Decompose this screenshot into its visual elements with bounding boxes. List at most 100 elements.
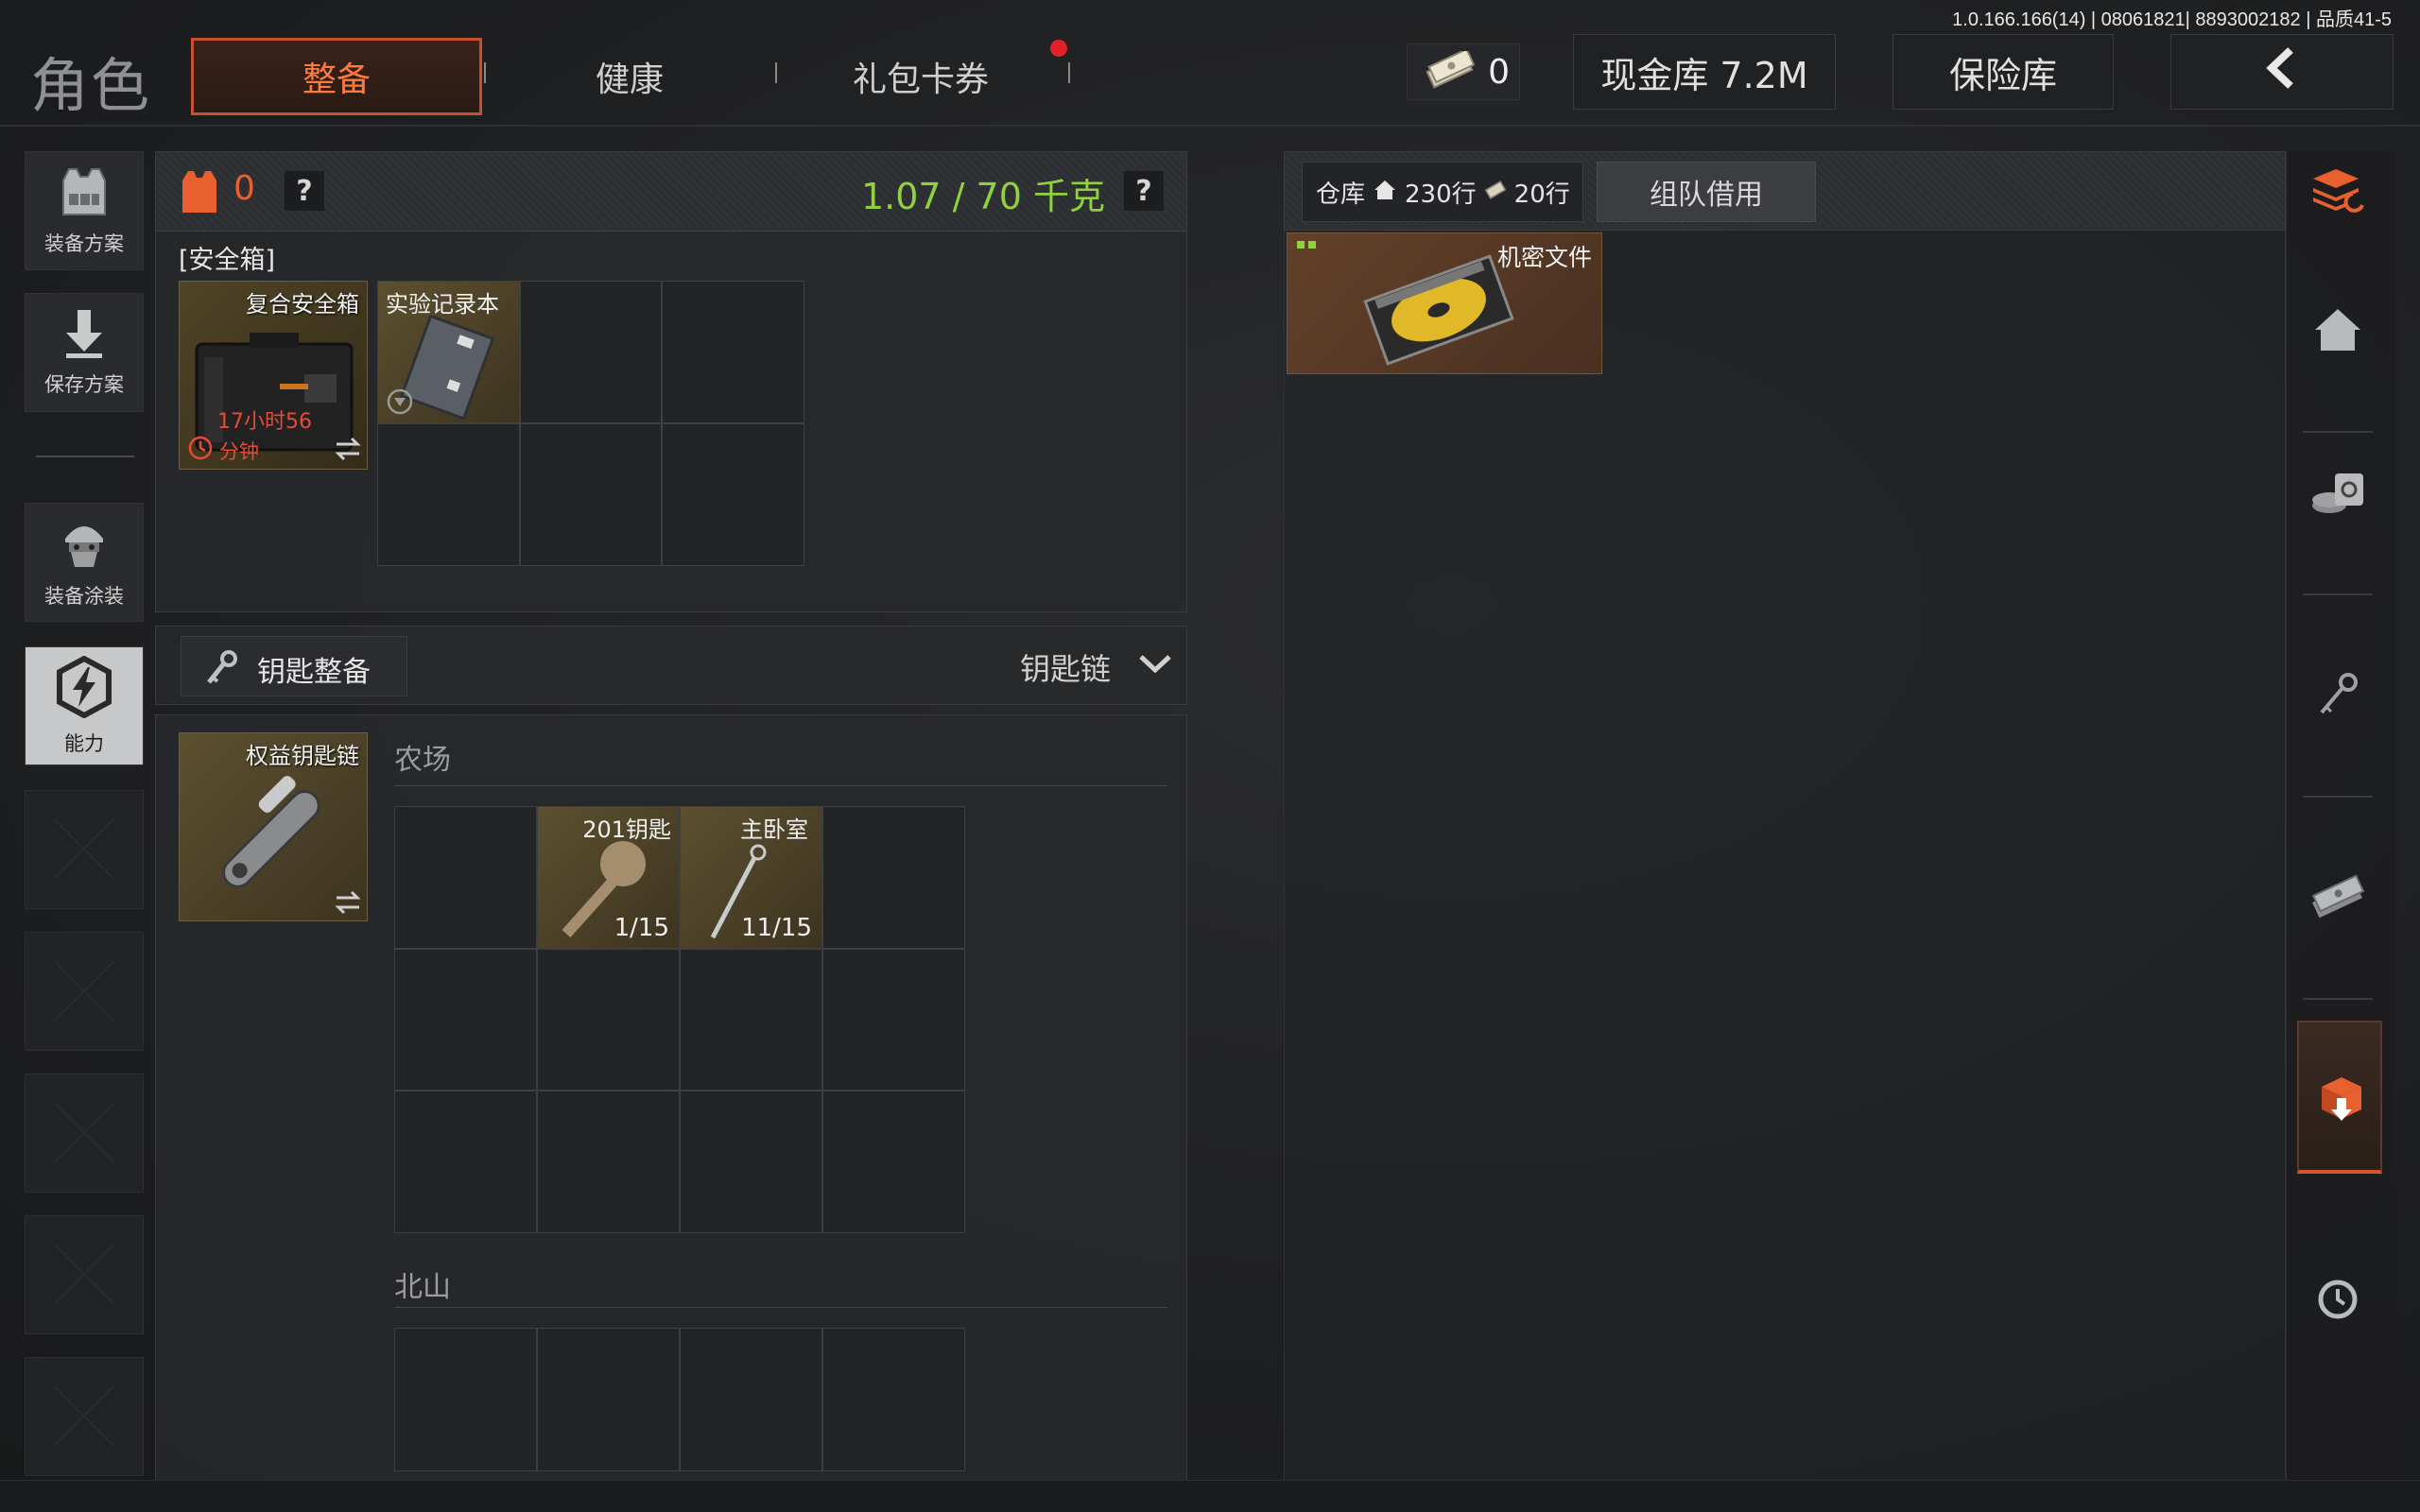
key-icon[interactable]: [2303, 660, 2373, 730]
cash-vault-button[interactable]: 现金库 7.2M: [1573, 34, 1836, 110]
bottom-bar: [0, 1480, 2420, 1512]
grid-cell[interactable]: [519, 281, 663, 423]
farm-key-grid: 201钥匙 1/15 主卧室 11/15: [394, 806, 965, 1233]
cash-icon[interactable]: [2303, 862, 2373, 932]
clock-icon[interactable]: [2303, 1264, 2373, 1334]
key-item-master-bedroom[interactable]: 主卧室 11/15: [680, 806, 822, 949]
chevron-down-icon[interactable]: [1137, 651, 1173, 679]
safe-box-grid: 实验记录本: [377, 281, 804, 566]
sidebar-divider: [2303, 593, 2373, 595]
grid-cell[interactable]: [394, 806, 537, 949]
lightning-shield-icon: [54, 655, 114, 723]
grid-cell[interactable]: [822, 1091, 965, 1233]
grid-cell[interactable]: [537, 1091, 680, 1233]
swap-icon[interactable]: [335, 437, 361, 465]
sidebar-item-label: 能力: [64, 731, 104, 755]
sidebar-item-label: 保存方案: [44, 372, 124, 396]
grid-cell[interactable]: [822, 806, 965, 949]
tab-outfit[interactable]: 整备: [191, 38, 482, 115]
safe-box-item[interactable]: 复合安全箱 17小时56 分钟: [179, 281, 368, 470]
warehouse-header: 仓库 230行 20行 组队借用: [1284, 151, 2286, 231]
box-download-icon: [2312, 1070, 2371, 1130]
armor-count: 0: [233, 169, 255, 208]
swap-icon[interactable]: [335, 890, 361, 919]
back-button[interactable]: [2170, 34, 2394, 110]
safe-case-icon: [191, 318, 357, 463]
empty-slot: [25, 1357, 144, 1476]
key-loadout-label: 钥匙整备: [257, 656, 371, 689]
keychain-dropdown[interactable]: 钥匙链: [1020, 645, 1111, 689]
grid-cell[interactable]: [680, 948, 822, 1091]
sidebar-divider: [2303, 431, 2373, 433]
grid-cell[interactable]: [822, 948, 965, 1091]
save-plan-button[interactable]: 保存方案: [25, 293, 144, 412]
grid-cell[interactable]: [822, 1328, 965, 1471]
keychain-panel: 权益钥匙链 农场 201钥匙 1/15 主卧室 11/15 北山: [155, 714, 1187, 1480]
safe-icon[interactable]: [2303, 459, 2373, 529]
section-divider: [394, 785, 1167, 786]
key-icon: [204, 650, 238, 690]
loadout-plan-button[interactable]: 装备方案: [25, 151, 144, 270]
grid-cell[interactable]: [377, 423, 520, 566]
gear-skin-button[interactable]: 装备涂装: [25, 503, 144, 622]
north-key-grid: [394, 1328, 965, 1481]
sidebar-item-label: 装备涂装: [44, 584, 124, 608]
key-uses: 11/15: [741, 913, 812, 942]
grid-cell[interactable]: [537, 1328, 680, 1471]
team-borrow-button[interactable]: 组队借用: [1597, 162, 1816, 222]
page-title: 角色: [30, 51, 152, 120]
armor-icon: [179, 169, 220, 218]
ability-button[interactable]: 能力: [25, 646, 144, 765]
lock-badge-icon: [386, 387, 414, 420]
disc-icon: [1344, 249, 1533, 375]
classified-file-item[interactable]: 机密文件: [1287, 232, 1602, 374]
home-icon[interactable]: [2303, 295, 2373, 365]
warehouse-grid-area: 机密文件: [1284, 231, 2286, 1480]
grid-cell[interactable]: [394, 1328, 537, 1471]
weight-help-button[interactable]: ?: [1124, 171, 1164, 211]
grid-cell[interactable]: [537, 948, 680, 1091]
empty-slot: [25, 790, 144, 909]
stack-refresh-icon[interactable]: [2303, 157, 2373, 227]
sidebar-divider: [36, 455, 134, 457]
tab-health[interactable]: 健康: [484, 38, 775, 115]
safe-box-label: [安全箱]: [179, 246, 276, 275]
safe-vault-button[interactable]: 保险库: [1893, 34, 2114, 110]
cash-counter[interactable]: 0: [1407, 43, 1520, 100]
loadout-header: 0 ? 1.07 / 70 千克 ?: [156, 152, 1186, 232]
warehouse-tab[interactable]: 仓库 230行 20行: [1302, 162, 1583, 222]
safe-box-panel: 0 ? 1.07 / 70 千克 ? [安全箱] 复合安全箱 17小时56 分钟…: [155, 151, 1187, 612]
key-item-201[interactable]: 201钥匙 1/15: [537, 806, 680, 949]
cash-icon: [1484, 180, 1507, 204]
grid-cell[interactable]: [680, 1091, 822, 1233]
section-title-farm: 农场: [394, 744, 451, 777]
tab-gift-cards[interactable]: 礼包卡券: [775, 38, 1066, 115]
soldier-helmet-icon: [56, 516, 112, 576]
grid-cell[interactable]: [662, 281, 804, 423]
cash-icon: [1423, 47, 1476, 93]
warehouse-extra-rows: 20行: [1513, 180, 1570, 209]
box-download-tab[interactable]: [2297, 1021, 2382, 1174]
warehouse-title: 仓库: [1316, 180, 1366, 209]
armor-help-button[interactable]: ?: [285, 171, 324, 211]
sidebar-divider: [2303, 796, 2373, 798]
item-name: 复合安全箱: [246, 291, 359, 318]
grid-cell[interactable]: [394, 948, 537, 1091]
grid-cell[interactable]: [519, 423, 663, 566]
keychain-icon: [193, 765, 354, 920]
grid-cell[interactable]: [662, 423, 804, 566]
status-dot: [1308, 241, 1316, 249]
keychain-item[interactable]: 权益钥匙链: [179, 732, 368, 921]
notification-dot: [1050, 40, 1067, 57]
vest-icon: [56, 165, 112, 223]
key-loadout-tab[interactable]: 钥匙整备: [181, 636, 407, 696]
grid-cell[interactable]: [680, 1328, 822, 1471]
safe-box-timer: 17小时56: [217, 410, 312, 434]
sidebar-divider: [2303, 998, 2373, 1000]
key-loadout-bar: 钥匙整备 钥匙链: [155, 626, 1187, 705]
tab-divider: [1068, 62, 1070, 83]
warehouse-home-rows: 230行: [1405, 180, 1477, 209]
grid-cell[interactable]: [394, 1091, 537, 1233]
lab-notebook-item[interactable]: 实验记录本: [377, 281, 520, 423]
empty-slot: [25, 1074, 144, 1193]
